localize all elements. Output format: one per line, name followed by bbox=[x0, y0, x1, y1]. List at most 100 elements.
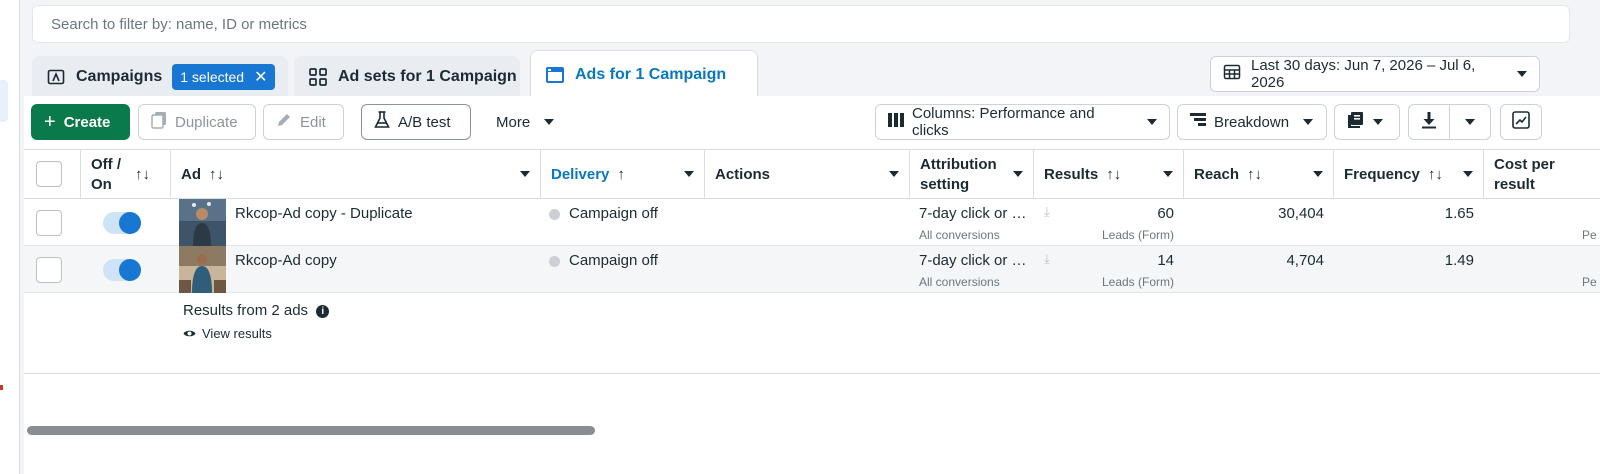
campaign-flag-icon bbox=[46, 67, 66, 87]
column-frequency[interactable]: Frequency ↑↓ bbox=[1334, 150, 1484, 199]
column-attribution-label: Attribution setting bbox=[920, 155, 997, 193]
breakdown-button-label: Breakdown bbox=[1214, 113, 1290, 131]
off-on-label: Off / On bbox=[91, 155, 121, 193]
grid-icon bbox=[308, 67, 328, 87]
edit-button[interactable]: Edit bbox=[263, 104, 344, 140]
column-reach[interactable]: Reach ↑↓ bbox=[1184, 150, 1334, 199]
column-results[interactable]: Results ↑↓ bbox=[1034, 150, 1184, 199]
table-row[interactable]: Rkcop-Ad copy Campaign off 7-day click o… bbox=[24, 246, 1600, 293]
clear-selection-icon[interactable]: ✕ bbox=[254, 67, 267, 87]
column-delivery-label: Delivery bbox=[551, 166, 610, 183]
search-input[interactable] bbox=[51, 15, 1551, 33]
results-summary-label: Results from 2 ads i bbox=[183, 302, 330, 319]
info-icon[interactable]: i bbox=[316, 305, 330, 318]
column-frequency-label: Frequency bbox=[1344, 166, 1420, 183]
duplicate-icon bbox=[151, 111, 167, 133]
column-menu-icon[interactable] bbox=[1463, 171, 1473, 177]
ab-test-button[interactable]: A/B test bbox=[361, 104, 471, 140]
charts-button[interactable] bbox=[1500, 104, 1542, 140]
reach-value: 4,704 bbox=[1286, 252, 1324, 269]
column-off-on[interactable]: Off / On ↑↓ bbox=[81, 150, 171, 199]
trend-chart-icon bbox=[1512, 111, 1530, 133]
duplicate-button[interactable]: Duplicate bbox=[138, 104, 256, 140]
sort-icon[interactable]: ↑↓ bbox=[1247, 166, 1262, 183]
column-cost-per-result-label: Cost per result bbox=[1494, 155, 1555, 193]
sort-icon[interactable]: ↑↓ bbox=[1106, 166, 1121, 183]
chevron-down-icon bbox=[544, 119, 555, 125]
column-reach-label: Reach bbox=[1194, 166, 1240, 183]
results-value: 14 bbox=[1157, 252, 1174, 269]
left-nav-indicator bbox=[0, 80, 8, 122]
column-actions-label: Actions bbox=[715, 166, 771, 183]
results-sub: Leads (Form) bbox=[1101, 228, 1174, 242]
sort-ascending-icon[interactable]: ↑ bbox=[617, 166, 625, 183]
ads-manager-main: Campaigns 1 selected ✕ Ad sets for 1 Cam… bbox=[20, 0, 1600, 474]
chevron-down-icon bbox=[1517, 71, 1527, 77]
ad-name[interactable]: Rkcop-Ad copy bbox=[235, 252, 337, 269]
search-bar[interactable] bbox=[32, 5, 1570, 43]
breakdown-icon bbox=[1190, 112, 1206, 132]
download-icon bbox=[1421, 111, 1437, 133]
reach-value: 30,404 bbox=[1278, 205, 1324, 222]
sort-icon[interactable]: ↑↓ bbox=[1428, 166, 1443, 183]
calendar-icon bbox=[1223, 63, 1241, 85]
delivery-status-dot bbox=[549, 209, 560, 220]
create-button[interactable]: + Create bbox=[31, 104, 130, 140]
columns-button[interactable]: Columns: Performance and clicks bbox=[875, 104, 1170, 140]
column-delivery[interactable]: Delivery ↑ bbox=[541, 150, 705, 199]
ad-on-off-toggle[interactable] bbox=[103, 212, 141, 234]
table-header: Off / On ↑↓ Ad ↑↓ Delivery ↑ Actions Att… bbox=[24, 149, 1600, 199]
tab-campaigns-label: Campaigns bbox=[76, 68, 163, 85]
column-ad-label: Ad bbox=[181, 166, 201, 183]
horizontal-scrollbar[interactable] bbox=[27, 426, 595, 435]
date-range-label: Last 30 days: Jun 7, 2026 – Jul 6, 2026 bbox=[1251, 57, 1476, 91]
column-menu-icon[interactable] bbox=[684, 171, 694, 177]
tab-ads[interactable]: Ads for 1 Campaign bbox=[530, 50, 758, 98]
tab-campaigns[interactable]: Campaigns 1 selected ✕ bbox=[32, 56, 288, 98]
column-menu-icon[interactable] bbox=[889, 171, 899, 177]
row-checkbox[interactable] bbox=[36, 210, 62, 236]
eye-icon bbox=[183, 326, 196, 341]
view-results-link[interactable]: View results bbox=[183, 326, 272, 341]
ad-name[interactable]: Rkcop-Ad copy - Duplicate bbox=[235, 205, 413, 222]
column-attribution[interactable]: Attribution setting bbox=[910, 150, 1034, 199]
more-button[interactable]: More bbox=[484, 104, 564, 140]
ad-on-off-toggle[interactable] bbox=[103, 259, 141, 281]
export-options-button[interactable] bbox=[1449, 104, 1491, 140]
frequency-value: 1.49 bbox=[1444, 252, 1474, 269]
summary-row: Results from 2 ads i View results bbox=[24, 296, 1600, 374]
red-marker bbox=[0, 385, 3, 390]
columns-icon bbox=[888, 113, 904, 131]
breakdown-button[interactable]: Breakdown bbox=[1177, 104, 1327, 140]
column-menu-icon[interactable] bbox=[1313, 171, 1323, 177]
column-ad[interactable]: Ad ↑↓ bbox=[171, 150, 541, 199]
date-range-picker[interactable]: Last 30 days: Jun 7, 2026 – Jul 6, 2026 bbox=[1210, 56, 1540, 92]
column-menu-icon[interactable] bbox=[1163, 171, 1173, 177]
table-row[interactable]: Rkcop-Ad copy - Duplicate Campaign off 7… bbox=[24, 199, 1600, 246]
select-all-checkbox[interactable] bbox=[36, 161, 62, 187]
attribution-sub: All conversions bbox=[919, 228, 1000, 242]
tab-ad-sets[interactable]: Ad sets for 1 Campaign bbox=[294, 56, 520, 98]
ab-test-button-label: A/B test bbox=[398, 113, 451, 131]
reports-icon bbox=[1347, 111, 1365, 133]
ad-thumbnail[interactable] bbox=[179, 246, 226, 293]
delivery-status: Campaign off bbox=[569, 205, 658, 222]
edit-button-label: Edit bbox=[300, 113, 326, 131]
sort-icon[interactable]: ↑↓ bbox=[209, 166, 224, 183]
sort-icon[interactable]: ↑↓ bbox=[135, 165, 150, 185]
column-menu-icon[interactable] bbox=[520, 171, 530, 177]
tab-ad-sets-label: Ad sets for 1 Campaign bbox=[338, 68, 517, 85]
chevron-down-icon bbox=[1465, 119, 1475, 125]
delivery-status-dot bbox=[549, 256, 560, 267]
reports-button[interactable] bbox=[1334, 104, 1400, 140]
duplicate-button-label: Duplicate bbox=[175, 113, 238, 131]
column-actions[interactable]: Actions bbox=[705, 150, 910, 199]
ad-thumbnail[interactable] bbox=[179, 199, 226, 246]
selected-badge: 1 selected ✕ bbox=[172, 64, 276, 90]
column-cost-per-result[interactable]: Cost per result bbox=[1484, 150, 1600, 199]
results-sub: Leads (Form) bbox=[1101, 275, 1174, 289]
row-checkbox[interactable] bbox=[36, 257, 62, 283]
chevron-down-icon bbox=[1303, 119, 1314, 125]
export-button[interactable] bbox=[1408, 104, 1450, 140]
column-menu-icon[interactable] bbox=[1013, 171, 1023, 177]
